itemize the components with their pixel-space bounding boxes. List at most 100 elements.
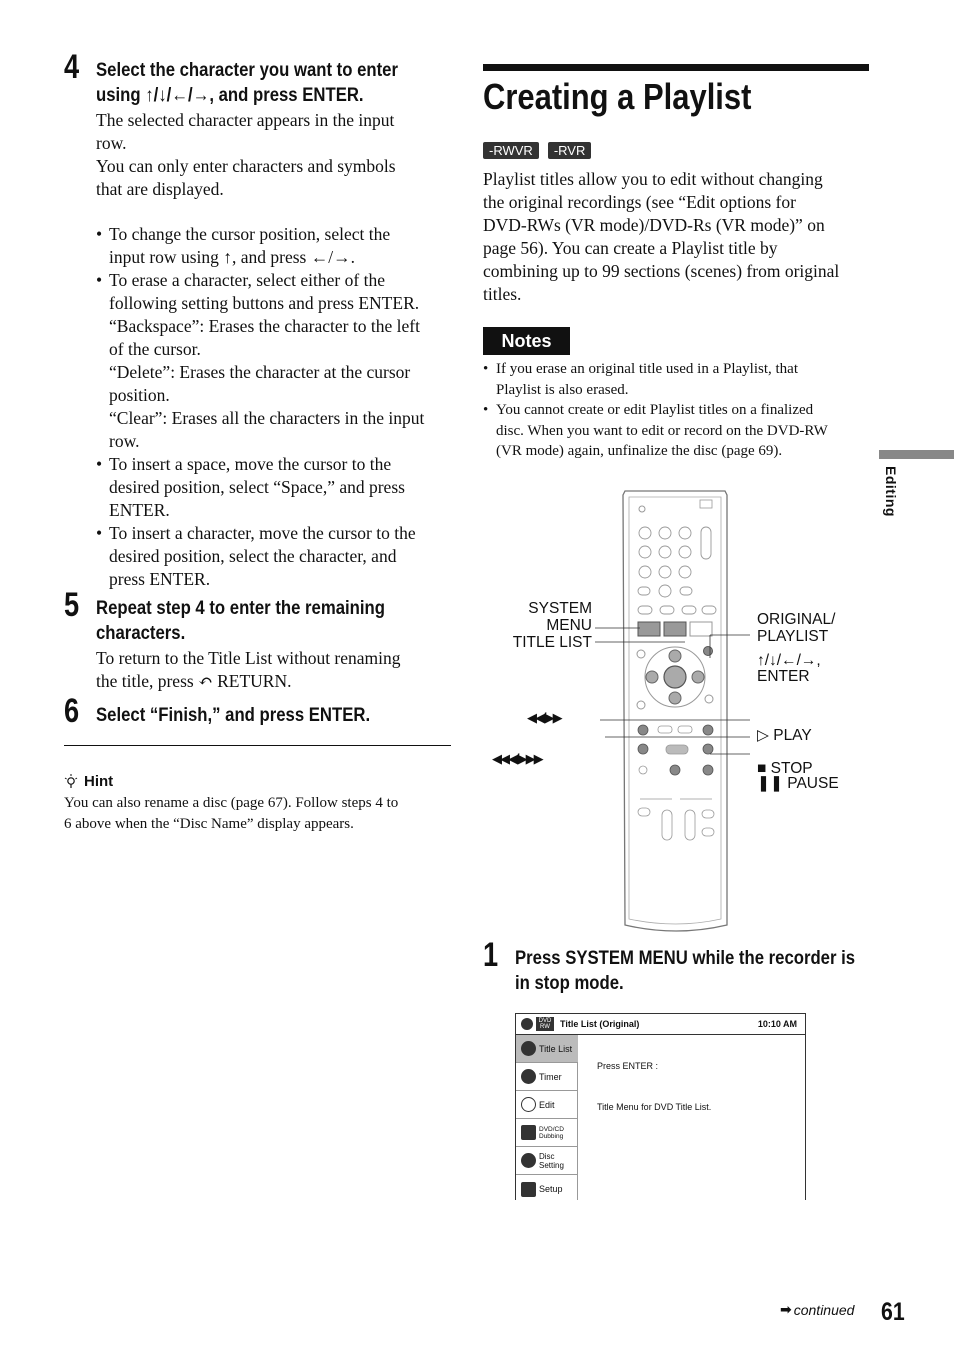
step-4-bullet-list: To change the cursor position, select th… (96, 223, 456, 591)
side-tab-label: Editing (883, 466, 899, 517)
step-4-number: 4 (64, 48, 80, 86)
osd-screen: DVD RW Title List (Original) 10:10 AM Ti… (515, 1013, 806, 1200)
osd-menu-label: Disc Setting (539, 1151, 564, 1170)
label-pause: ❚❚ PAUSE (757, 775, 839, 792)
step-1-heading-line2: in stop mode. (515, 973, 624, 994)
notes-label: Notes (483, 327, 570, 355)
intro-line: page 56). You can create a Playlist titl… (483, 238, 778, 258)
bullet-line: “Delete”: Erases the character at the cu… (109, 362, 411, 382)
step-5-number: 5 (64, 586, 80, 624)
step-4-para2-line2: that are displayed. (96, 179, 224, 199)
note-line: Playlist is also erased. (496, 381, 629, 398)
osd-menu-disc-setting[interactable]: Disc Setting (516, 1147, 578, 1175)
title-list-icon (521, 1041, 536, 1056)
step-4-heading: Select the character you want to enter u… (96, 58, 398, 108)
intro-line: the original recordings (see “Edit optio… (483, 192, 796, 212)
note-line: (VR mode) again, unfinalize the disc (pa… (496, 443, 783, 459)
note-1: If you erase an original title used in a… (483, 359, 883, 400)
step-4-heading-line1: Select the character you want to enter (96, 60, 398, 81)
step-6-heading: Select “Finish,” and press ENTER. (96, 705, 371, 726)
hint-line2: 6 above when the “Disc Name” display app… (64, 815, 354, 832)
step-1-heading-line1: Press SYSTEM MENU while the recorder is (515, 948, 856, 969)
osd-menu-timer[interactable]: Timer (516, 1063, 578, 1091)
label-play: ▷ PLAY (757, 727, 812, 744)
step-5-para-line2: the title, press ↶ RETURN. (96, 671, 292, 691)
step-4-para1-line1: The selected character appears in the in… (96, 110, 395, 130)
label-title-list: TITLE LIST (512, 634, 592, 651)
continued-label: continued (793, 1302, 855, 1318)
bullet-line: “Clear”: Erases all the characters in th… (109, 408, 425, 428)
divider (64, 745, 451, 746)
bullet-line: desired position, select the character, … (109, 546, 397, 566)
hint-line1: You can also rename a disc (page 67). Fo… (64, 795, 399, 811)
step-4-para2-line1: You can only enter characters and symbol… (96, 156, 396, 176)
toolbox-icon (521, 1181, 536, 1197)
hint-title: Hint (84, 773, 114, 790)
dubbing-icon (521, 1125, 536, 1140)
page-title: Creating a Playlist (483, 76, 752, 117)
osd-menu-label: Timer (539, 1071, 562, 1082)
bullet-line: of the cursor. (109, 339, 201, 359)
osd-message-1: Press ENTER : (597, 1061, 659, 1071)
label-original: ORIGINAL/ (757, 611, 836, 628)
intro-line: Playlist titles allow you to edit withou… (483, 169, 823, 189)
label-skip: ◀◀/▶▶ (527, 710, 563, 725)
remote-leader-lines (595, 627, 750, 755)
step-4-bullet-1: To change the cursor position, select th… (96, 223, 456, 269)
step-4-bullet-3: To insert a space, move the cursor to th… (96, 453, 456, 522)
disc-type-label: DVD RW (536, 1017, 554, 1031)
badge-rwvr: -RWVR (483, 142, 539, 159)
osd-menu-edit[interactable]: Edit (516, 1091, 578, 1119)
step-5-heading: Repeat step 4 to enter the remaining cha… (96, 596, 385, 646)
title-rule (483, 64, 869, 71)
step-4-heading-line2: using ↑/↓/←/→, and press ENTER. (96, 85, 364, 106)
side-tab-bar (879, 450, 954, 459)
osd-menu-dubbing[interactable]: DVD/CD Dubbing (516, 1119, 578, 1147)
step-5-heading-line2: characters. (96, 623, 186, 644)
notes-list: If you erase an original title used in a… (483, 359, 883, 462)
step-1-number: 1 (483, 936, 499, 974)
step-6-number: 6 (64, 692, 80, 730)
timer-icon (521, 1069, 536, 1084)
bullet-line: desired position, select “Space,” and pr… (109, 477, 405, 497)
osd-menu: Title List Timer Edit DVD/CD Dubbing Dis… (516, 1035, 578, 1200)
step-4-body: The selected character appears in the in… (96, 109, 456, 201)
step-5-body: To return to the Title List without rena… (96, 647, 456, 693)
note-line: disc. When you want to edit or record on… (496, 422, 828, 439)
osd-menu-label: DVD/CD Dubbing (539, 1125, 564, 1140)
osd-menu-setup[interactable]: Setup (516, 1175, 578, 1200)
intro-paragraph: Playlist titles allow you to edit withou… (483, 168, 883, 306)
bullet-line: To erase a character, select either of t… (109, 270, 385, 290)
osd-menu-label: Title List (539, 1043, 573, 1054)
step-1-heading: Press SYSTEM MENU while the recorder is … (515, 946, 855, 996)
bullet-line: position. (109, 385, 170, 405)
bullet-line: To change the cursor position, select th… (109, 224, 391, 244)
note-line: You cannot create or edit Playlist title… (496, 402, 814, 418)
osd-menu-label: Setup (539, 1184, 563, 1194)
format-badges: -RWVR -RVR (483, 142, 592, 159)
label-scan: ◀◀◀/▶▶▶ (492, 751, 544, 766)
osd-menu-label: Edit (539, 1099, 555, 1110)
osd-header: DVD RW Title List (Original) 10:10 AM (516, 1014, 805, 1035)
osd-menu-title-list[interactable]: Title List (516, 1035, 578, 1063)
page-number: 61 (881, 1298, 905, 1326)
osd-message-2: Title Menu for DVD Title List. (597, 1102, 712, 1112)
bullet-line: “Backspace”: Erases the character to the… (109, 316, 420, 336)
step-5-heading-line1: Repeat step 4 to enter the remaining (96, 598, 385, 619)
bullet-line: row. (109, 431, 140, 451)
bullet-line: ENTER. (109, 500, 170, 520)
osd-header-title: Title List (Original) (560, 1019, 640, 1029)
bullet-line: To insert a space, move the cursor to th… (109, 454, 392, 474)
intro-line: DVD-RWs (VR mode)/DVD-Rs (VR mode)” on (483, 215, 825, 235)
intro-line: combining up to 99 sections (scenes) fro… (483, 261, 840, 281)
hint-header: Hint (64, 773, 113, 790)
label-menu: MENU (546, 617, 592, 634)
bullet-line: To insert a character, move the cursor t… (109, 523, 416, 543)
hint-body: You can also rename a disc (page 67). Fo… (64, 793, 464, 834)
disc-setting-icon (521, 1153, 536, 1168)
step-5-para-line1: To return to the Title List without rena… (96, 648, 401, 668)
badge-rvr: -RVR (547, 142, 592, 159)
label-playlist: PLAYLIST (757, 628, 829, 645)
osd-clock: 10:10 AM (757, 1019, 797, 1029)
label-system: SYSTEM (528, 600, 592, 617)
